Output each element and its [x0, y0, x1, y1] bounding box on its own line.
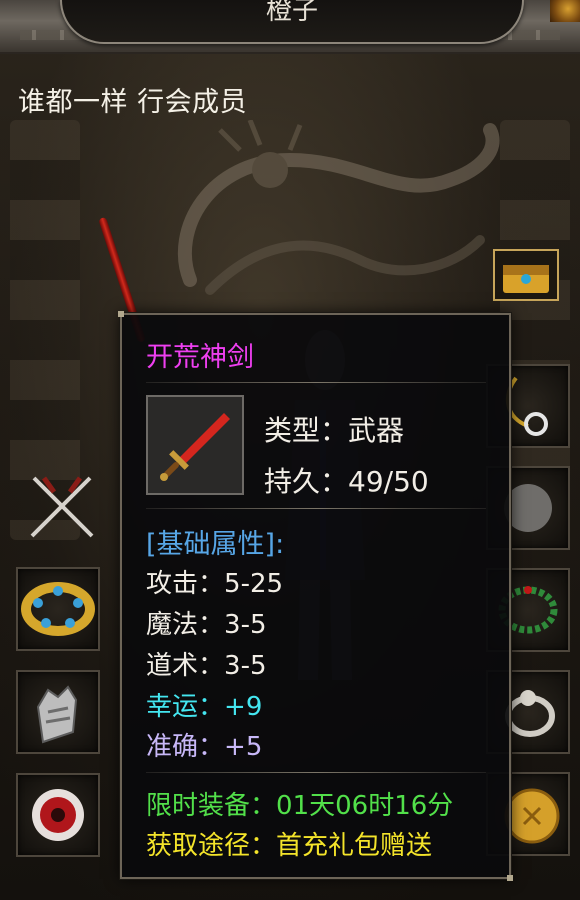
- stat-value: +5: [224, 732, 263, 762]
- item-name: 开荒神剑: [146, 342, 254, 373]
- red-eye-gem-icon: [32, 789, 84, 841]
- stat-value: 3-5: [224, 651, 267, 681]
- type-value: 武器: [348, 414, 405, 447]
- glove-slot[interactable]: [16, 670, 100, 754]
- durability-label: 持久: [264, 465, 321, 498]
- stat-luck: 幸运：+9: [146, 692, 263, 722]
- item-tooltip: 开荒神剑 类型：武器 持久：49/50 [基础属性]: 攻击：5-25 魔法：3…: [118, 311, 513, 881]
- stat-label: 魔法: [146, 610, 199, 640]
- stat-value: +9: [224, 692, 263, 722]
- gold-bracelet-icon: [21, 582, 95, 636]
- stat-accuracy: 准确：+5: [146, 732, 263, 762]
- crossed-swords-slot[interactable]: [24, 468, 100, 544]
- limited-time-row: 限时装备：01天06时16分: [146, 791, 454, 821]
- corner-ornament: [550, 0, 580, 22]
- base-attrs-label: [基础属性]:: [146, 529, 285, 560]
- durability-value: 49/50: [348, 465, 429, 498]
- character-name: 橙子: [265, 0, 318, 26]
- limited-value: 01天06时16分: [276, 791, 454, 821]
- durability-row: 持久：49/50: [264, 465, 429, 498]
- chest-slot[interactable]: [493, 249, 559, 301]
- stat-label: 幸运: [146, 692, 199, 722]
- source-row: 获取途径：首充礼包赠送: [146, 831, 433, 861]
- stat-label: 准确: [146, 732, 199, 762]
- type-label: 类型: [264, 414, 321, 447]
- dragon-carving: [178, 120, 500, 295]
- glove-icon: [36, 685, 78, 744]
- type-row: 类型：武器: [264, 414, 405, 447]
- stat-label: 攻击: [146, 569, 199, 599]
- guild-label: 谁都一样 行会成员: [18, 87, 248, 118]
- stat-magic: 魔法：3-5: [146, 610, 267, 640]
- limited-label: 限时装备: [146, 791, 251, 821]
- title-plate: 橙子: [60, 0, 524, 44]
- stat-attack: 攻击：5-25: [146, 569, 284, 599]
- source-value: 首充礼包赠送: [276, 831, 433, 861]
- stat-value: 3-5: [224, 610, 267, 640]
- divider: [146, 382, 486, 383]
- gem-slot[interactable]: [16, 773, 100, 857]
- divider: [146, 772, 486, 773]
- divider: [146, 508, 486, 509]
- source-label: 获取途径: [146, 831, 251, 861]
- red-sword-icon: [160, 413, 230, 481]
- bracelet-slot[interactable]: [16, 567, 100, 651]
- treasure-chest-icon: [503, 265, 549, 293]
- item-icon-box: [146, 395, 244, 495]
- stat-taoism: 道术：3-5: [146, 651, 267, 681]
- crossed-swords-icon: [30, 476, 94, 538]
- stat-label: 道术: [146, 651, 199, 681]
- stat-value: 5-25: [224, 569, 284, 599]
